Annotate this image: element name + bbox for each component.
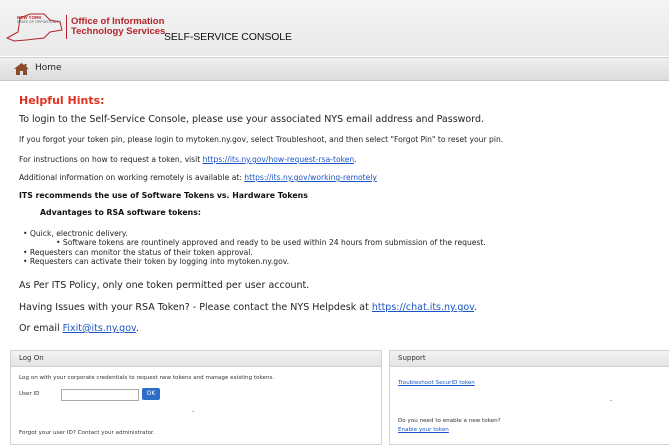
working-remotely-link[interactable]: https://its.ny.gov/working-remotely [244,173,377,182]
hint-forgot-pin: If you forgot your token pin, please log… [19,135,504,144]
nys-map-icon [5,13,63,42]
email-suffix: . [135,323,139,334]
console-title: SELF-SERVICE CONSOLE [164,31,292,43]
divider-mark [610,400,612,401]
policy-text: As Per ITS Policy, only one token permit… [19,280,310,291]
org-name: Office of Information Technology Service… [71,16,166,37]
helpdesk-prefix: Having Issues with your RSA Token? - Ple… [19,302,372,313]
advantage-item: • Requesters can monitor the status of t… [23,248,253,257]
hint-login: To login to the Self-Service Console, pl… [19,114,485,125]
helpdesk-suffix: . [474,302,478,313]
advantages-heading: Advantages to RSA software tokens: [40,208,201,217]
request-token-link[interactable]: https://its.ny.gov/how-request-rsa-token [203,155,355,164]
enable-question: Do you need to enable a new token? [398,418,501,424]
divider-mark [192,411,194,412]
app-header: NEW YORK STATE OF OPPORTUNITY. Office of… [0,0,669,56]
email-prefix: Or email [19,323,63,334]
userid-input[interactable] [61,389,139,401]
hint-request-token: For instructions on how to request a tok… [19,155,357,164]
hint-request-prefix: For instructions on how to request a tok… [19,155,203,164]
support-panel: Support Troubleshoot SecurID token Do yo… [389,350,669,445]
nav-bar: Home [0,57,669,81]
advantage-subitem: • Software tokens are rountinely approve… [56,238,486,247]
troubleshoot-link[interactable]: Troubleshoot SecurID token [398,380,475,386]
userid-label: User ID [19,391,40,397]
enable-token-link[interactable]: Enable your token [398,427,449,433]
logon-description: Log on with your corporate credentials t… [19,375,275,381]
forgot-userid-text: Forgot your user ID? Contact your admini… [19,430,155,436]
recommendation-heading: ITS recommends the use of Software Token… [19,191,308,200]
advantage-item: • Requesters can activate their token by… [23,257,290,266]
home-link[interactable]: Home [35,63,62,73]
email-text: Or email Fixit@its.ny.gov. [19,323,139,334]
helpdesk-text: Having Issues with your RSA Token? - Ple… [19,302,477,313]
hint-request-suffix: . [354,155,357,164]
hint-remote: Additional information on working remote… [19,173,377,182]
logon-panel-title: Log On [11,351,381,367]
home-icon[interactable] [13,62,30,76]
support-panel-title: Support [390,351,669,367]
nys-logo-text: NEW YORK STATE OF OPPORTUNITY. [17,15,62,24]
logon-panel: Log On Log on with your corporate creden… [10,350,382,445]
logo-divider [66,15,67,39]
helpdesk-link[interactable]: https://chat.its.ny.gov [372,302,474,313]
ok-button[interactable]: OK [142,388,160,400]
advantage-item: • Quick, electronic delivery. [23,229,128,238]
hints-title: Helpful Hints: [19,94,105,107]
hint-remote-prefix: Additional information on working remote… [19,173,245,182]
email-link[interactable]: Fixit@its.ny.gov [63,323,136,334]
